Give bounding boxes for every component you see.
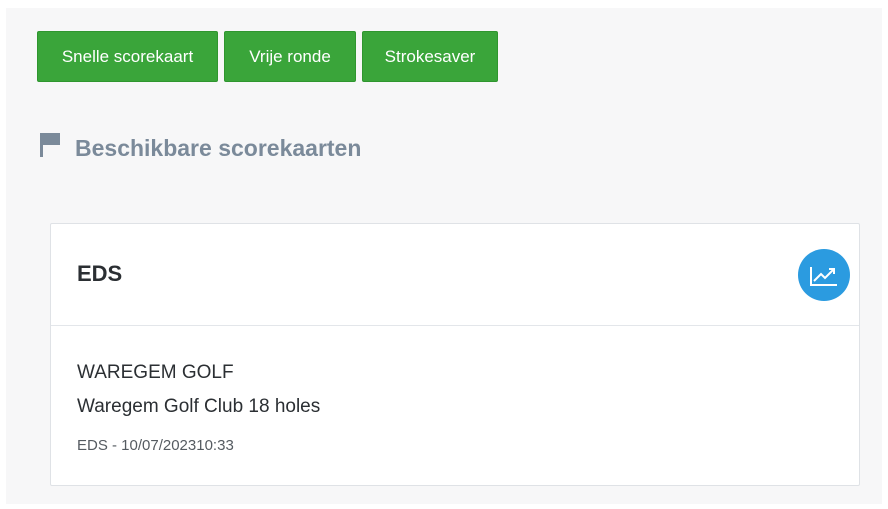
scorecard-meta: EDS - 10/07/202310:33: [77, 437, 234, 454]
statistics-button[interactable]: [798, 249, 850, 301]
chart-line-icon: [810, 267, 837, 286]
scorecard-card[interactable]: EDS WAREGEM GOLF Waregem Golf Club 18 ho…: [50, 223, 860, 486]
strokesaver-button[interactable]: Strokesaver: [362, 31, 498, 82]
action-buttons: Snelle scorekaart Vrije ronde Strokesave…: [37, 31, 498, 82]
scorecard-card-header: EDS: [51, 224, 859, 326]
available-scorecards-heading: Beschikbare scorekaarten: [39, 132, 361, 164]
free-round-button[interactable]: Vrije ronde: [224, 31, 356, 82]
scorecard-card-body: WAREGEM GOLF Waregem Golf Club 18 holes …: [77, 356, 320, 454]
club-name: WAREGEM GOLF: [77, 362, 234, 383]
section-title-label: Beschikbare scorekaarten: [75, 134, 362, 161]
scorecard-title: EDS: [77, 261, 123, 286]
course-name: Waregem Golf Club 18 holes: [77, 396, 321, 417]
quick-scorecard-button[interactable]: Snelle scorekaart: [37, 31, 218, 82]
page-background: Snelle scorekaart Vrije ronde Strokesave…: [6, 8, 882, 504]
flag-icon: [39, 132, 61, 164]
